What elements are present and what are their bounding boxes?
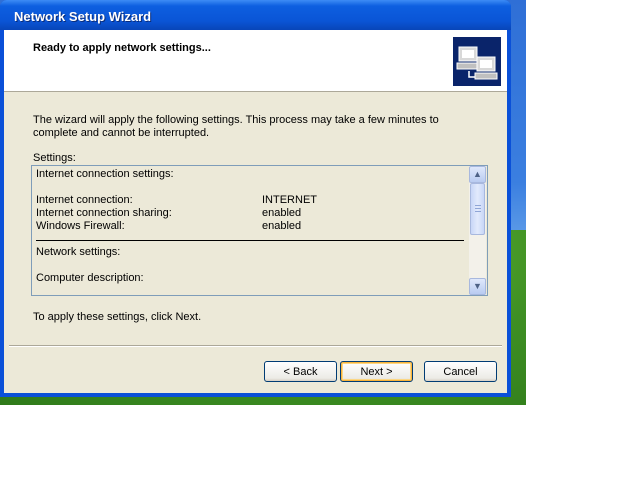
scroll-grip (475, 211, 481, 212)
apply-instructions: To apply these settings, click Next. (33, 311, 202, 323)
wizard-header: Ready to apply network settings... (4, 30, 507, 92)
wizard-window: Network Setup Wizard Ready to apply netw… (0, 0, 511, 397)
scroll-grip (475, 208, 481, 209)
settings-label: Settings: (33, 152, 76, 164)
back-button[interactable]: < Back (264, 361, 337, 382)
setting-label: Internet connection: (36, 194, 133, 206)
setting-label: Internet connection sharing: (36, 207, 172, 219)
setting-value: enabled (262, 220, 302, 232)
settings-listbox[interactable]: Internet connection settings: Internet c… (31, 165, 488, 296)
wizard-client-area: Ready to apply network settings... The w… (4, 30, 507, 393)
settings-scrollbar[interactable]: ▲ ▼ (469, 166, 486, 295)
scroll-thumb[interactable] (470, 183, 485, 235)
section-internet-connection-settings: Internet connection settings: (36, 168, 174, 180)
chevron-up-icon: ▲ (473, 169, 482, 179)
chevron-down-icon: ▼ (473, 281, 482, 291)
next-button[interactable]: Next > (340, 361, 413, 382)
setting-row: Windows Firewall: enabled (36, 220, 301, 233)
scroll-up-button[interactable]: ▲ (469, 166, 486, 183)
section-network-settings: Network settings: (36, 246, 121, 258)
section-divider (36, 240, 464, 241)
scroll-down-button[interactable]: ▼ (469, 278, 486, 295)
scroll-grip (475, 205, 481, 206)
setting-row: Internet connection sharing: enabled (36, 207, 301, 220)
computer-description-label: Computer description: (36, 272, 144, 284)
intro-text: The wizard will apply the following sett… (33, 114, 439, 139)
setting-label: Windows Firewall: (36, 220, 125, 232)
setting-value: INTERNET (262, 194, 317, 206)
setting-row: Internet connection: INTERNET (36, 194, 317, 207)
title-bar[interactable]: Network Setup Wizard (0, 0, 511, 30)
window-title: Network Setup Wizard (14, 9, 152, 24)
page-title: Ready to apply network settings... (33, 42, 211, 54)
cancel-button[interactable]: Cancel (424, 361, 497, 382)
network-computers-icon (453, 37, 501, 86)
footer-divider (9, 345, 502, 347)
setting-value: enabled (262, 207, 302, 219)
